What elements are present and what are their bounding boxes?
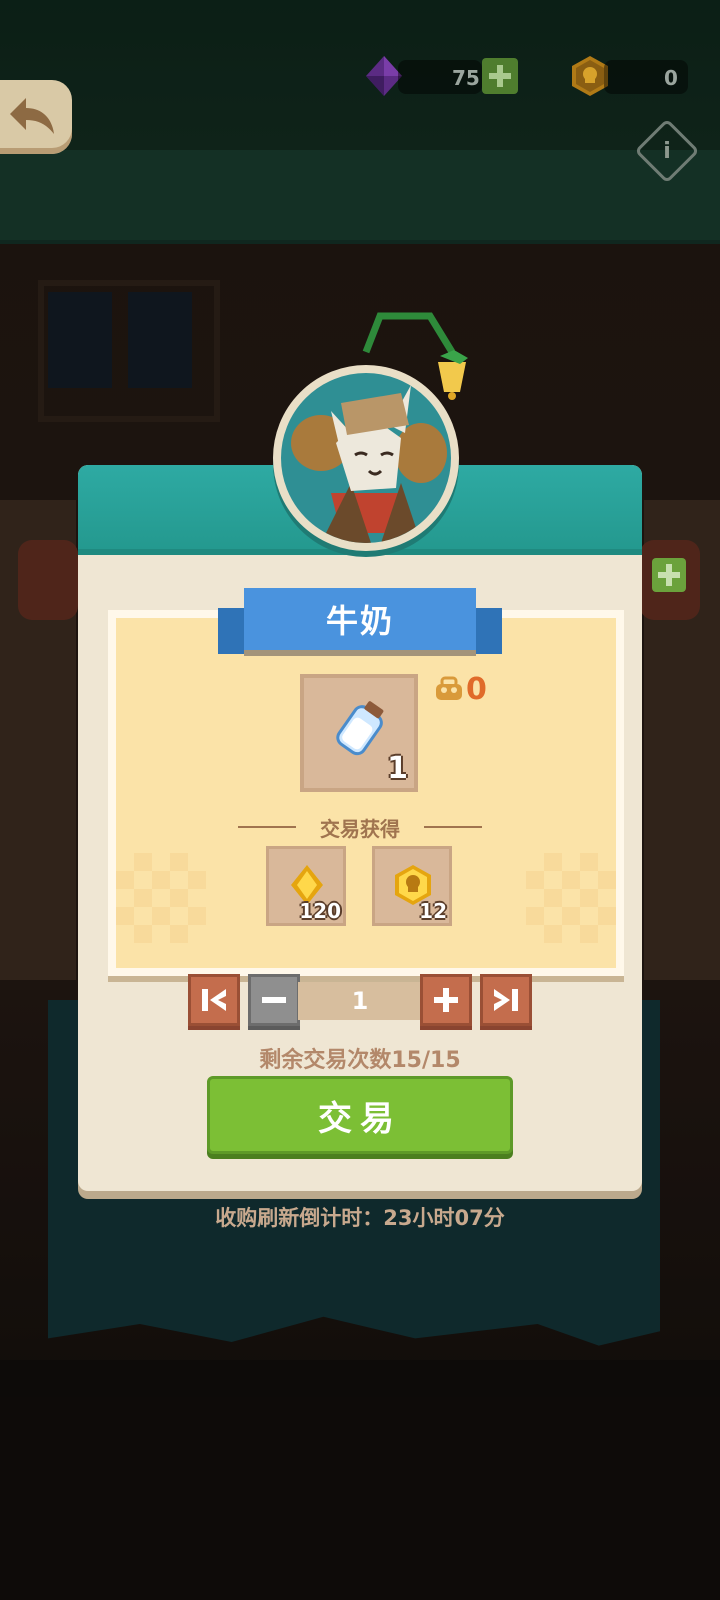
item-quantity: 1 <box>387 751 408 786</box>
plus-icon <box>434 988 458 1012</box>
max-quantity-button[interactable] <box>480 974 532 1026</box>
min-quantity-button[interactable] <box>188 974 240 1026</box>
info-icon: i <box>663 138 671 164</box>
plus-icon <box>658 564 680 586</box>
quantity-value[interactable]: 1 <box>298 982 422 1020</box>
owned-count: 0 <box>466 672 487 707</box>
reward-title: 交易获得 <box>238 812 482 842</box>
minus-icon <box>262 997 286 1003</box>
plus-icon <box>489 65 511 87</box>
reward-slot-skull[interactable]: 12 <box>372 846 452 926</box>
decrease-quantity-button[interactable] <box>248 974 300 1026</box>
remaining-trades: 剩余交易次数15/15 <box>259 1048 461 1073</box>
back-button[interactable] <box>0 80 72 154</box>
skip-to-end-icon <box>494 989 518 1011</box>
milk-bottle-icon <box>336 701 384 756</box>
trade-panel <box>108 610 624 976</box>
owned-basket-icon <box>436 676 462 700</box>
trade-button[interactable]: 交易 <box>207 1076 513 1154</box>
refresh-countdown: 收购刷新倒计时：23小时07分 <box>215 1206 505 1230</box>
skip-to-start-icon <box>202 989 226 1011</box>
back-arrow-icon <box>10 98 54 134</box>
item-name-banner: 牛奶 <box>244 588 476 650</box>
reward-slot-gold[interactable]: 120 <box>266 846 346 926</box>
increase-quantity-button[interactable] <box>420 974 472 1026</box>
item-slot[interactable]: 1 <box>300 674 418 792</box>
bell-vine-icon <box>362 312 468 400</box>
add-gems-button[interactable] <box>482 58 518 94</box>
panel-pattern-left <box>116 853 206 943</box>
shelf-add-button[interactable] <box>652 558 686 592</box>
gem-count: 75 <box>452 66 480 90</box>
reward-amount: 12 <box>419 899 447 923</box>
reward-amount: 120 <box>299 899 341 923</box>
panel-pattern-right <box>526 853 616 943</box>
coin-count: 0 <box>664 66 678 90</box>
